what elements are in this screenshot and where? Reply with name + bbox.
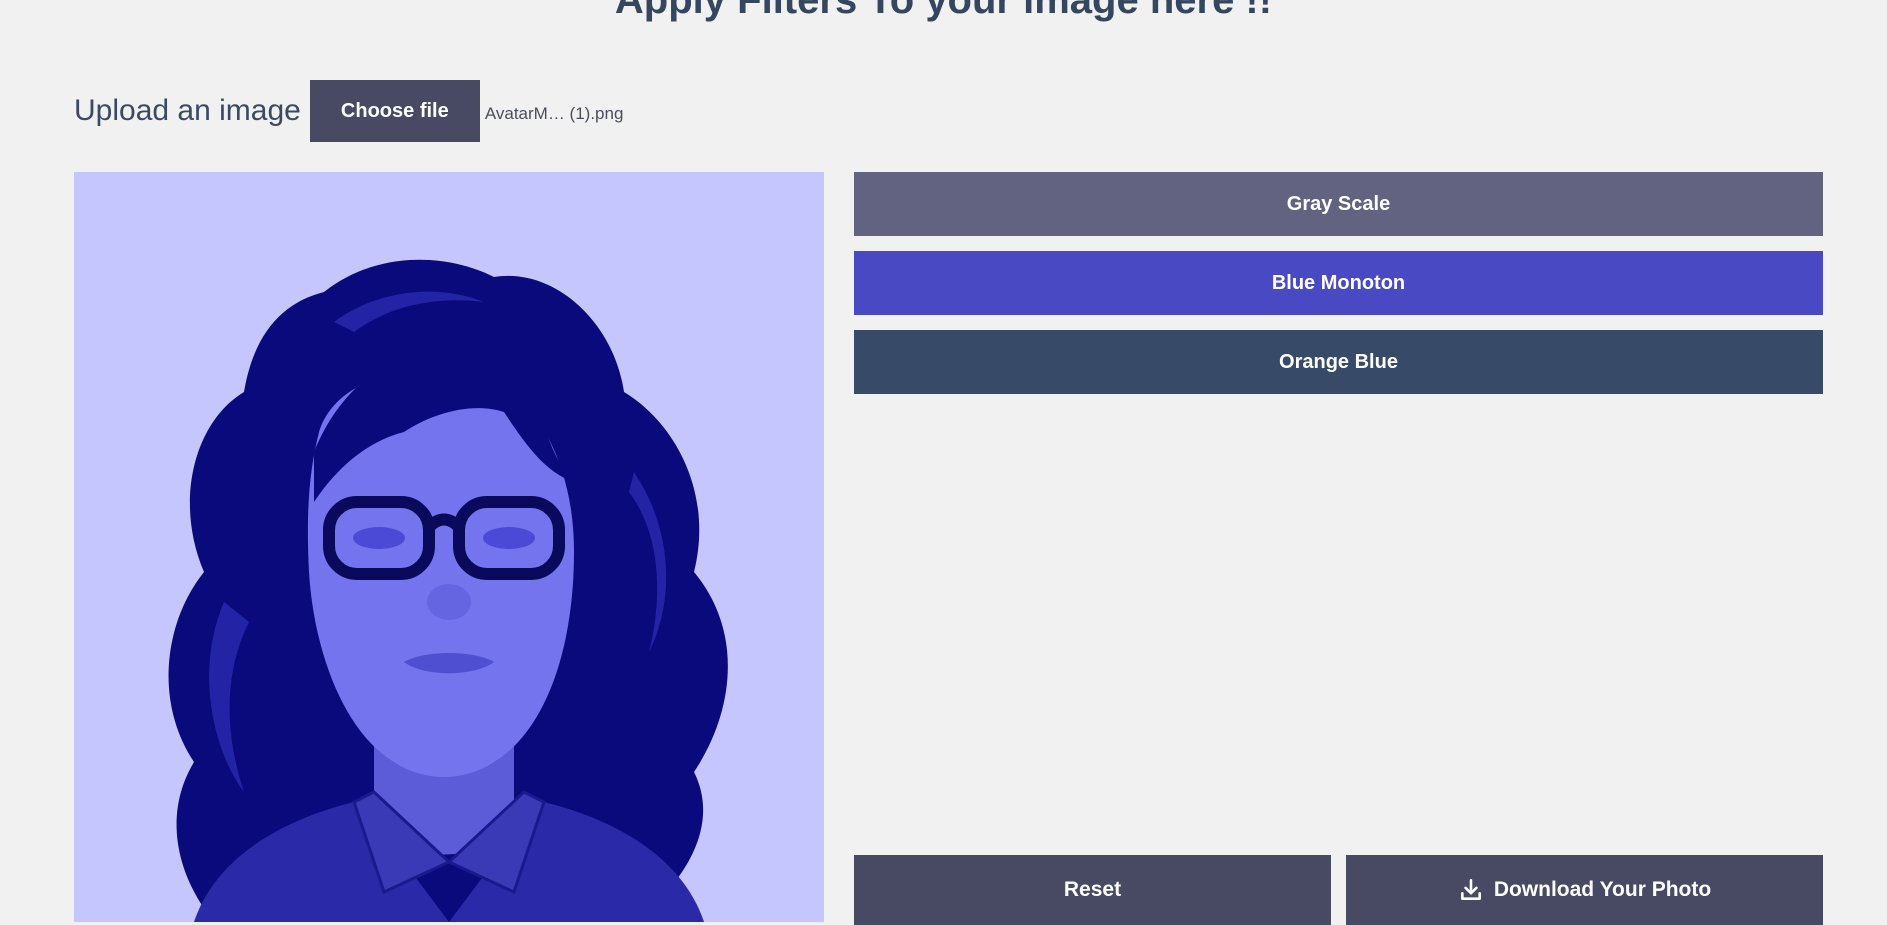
download-label: Download Your Photo: [1493, 878, 1712, 901]
choose-file-button[interactable]: Choose file: [309, 80, 480, 142]
upload-row: Upload an image Choose file AvatarM… (1)…: [74, 80, 623, 142]
upload-label: Upload an image: [74, 94, 301, 127]
reset-label: Reset: [1063, 878, 1122, 901]
page-title: Apply Filters To your image here !!: [614, 0, 1273, 22]
orange-blue-button[interactable]: Orange Blue: [854, 330, 1823, 394]
image-preview: [74, 172, 824, 922]
filter-buttons: Gray Scale Blue Monoton Orange Blue: [854, 172, 1823, 409]
download-icon: [1460, 878, 1481, 900]
nose: [427, 584, 471, 620]
page: Apply Filters To your image here !! Uplo…: [0, 0, 1887, 925]
blue-monoton-button[interactable]: Blue Monoton: [854, 251, 1823, 315]
gray-scale-button[interactable]: Gray Scale: [854, 172, 1823, 236]
download-button[interactable]: Download Your Photo: [1346, 855, 1823, 925]
avatar-image: [168, 259, 728, 922]
file-name: AvatarM… (1).png: [484, 104, 624, 123]
reset-button[interactable]: Reset: [854, 855, 1331, 925]
